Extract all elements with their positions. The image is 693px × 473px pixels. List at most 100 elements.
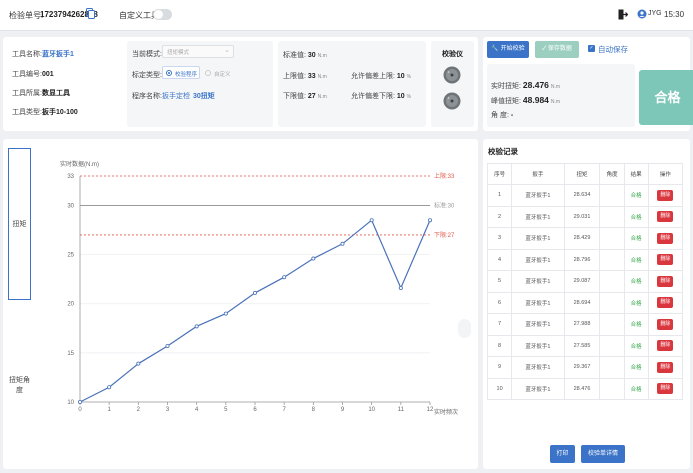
col-op: 操作	[647, 163, 684, 185]
result-badge: 合格	[639, 70, 693, 125]
delete-button[interactable]: 删除	[657, 211, 674, 223]
table-row: 6 蓝牙扳手1 28.694 合格 删除	[486, 291, 684, 314]
row-angle	[599, 227, 625, 250]
x-tick-label: 8	[312, 407, 316, 413]
wrench-icon: 🔧	[491, 46, 499, 52]
data-point	[282, 275, 287, 280]
mode-select[interactable]: 扭矩模式	[162, 45, 234, 58]
data-point	[194, 324, 199, 329]
row-wrench: 蓝牙扳手1	[511, 334, 565, 357]
row-wrench: 蓝牙扳手1	[511, 291, 565, 314]
row-torque: 29.031	[563, 205, 601, 228]
row-op: 删除	[647, 334, 684, 357]
auto-save-label: 自动保存	[598, 45, 628, 54]
instrument-title: 校验仪	[442, 51, 463, 58]
delete-button[interactable]: 删除	[657, 318, 674, 330]
row-wrench: 蓝牙扳手1	[511, 356, 565, 379]
row-result: 合格	[623, 291, 649, 314]
data-point	[165, 343, 170, 348]
save-icon: ✓	[542, 46, 547, 52]
torque-chart: 1015202530330 1 2 3 4 5 6 7 8 9 10 11 12实时数据(N.m)实时频…	[60, 160, 458, 416]
delete-button[interactable]: 删除	[657, 189, 674, 201]
row-torque: 28.694	[563, 291, 601, 314]
table-row: 1 蓝牙扳手1 28.634 合格 删除	[486, 184, 684, 207]
save-button[interactable]: ✓ 保存数据	[535, 41, 579, 58]
table-row: 2 蓝牙扳手1 29.031 合格 删除	[486, 205, 684, 228]
row-angle	[599, 377, 625, 400]
clock: 15:30	[664, 10, 685, 19]
row-result: 合格	[623, 205, 649, 228]
row-torque: 27.585	[563, 334, 601, 357]
lower-row: 下限值: 27 N.m	[283, 93, 327, 100]
row-op: 删除	[647, 248, 684, 271]
row-no: 3	[486, 227, 513, 250]
delete-button[interactable]: 删除	[657, 383, 674, 395]
row-torque: 28.429	[563, 227, 601, 250]
auto-save-checkbox[interactable]: ✓	[588, 45, 595, 52]
print-button[interactable]: 打印	[550, 445, 575, 463]
x-tick-label: 1	[107, 407, 111, 413]
control-card: 🔧 开始校验 ✓ 保存数据 ✓ 自动保存 实时扭矩: 28.476 N.m 峰值…	[483, 37, 693, 131]
delete-button[interactable]: 删除	[657, 361, 674, 373]
y-axis-label: 实时数据(N.m)	[60, 160, 99, 168]
y-tick-label: 10	[67, 400, 74, 406]
delete-button[interactable]: 删除	[657, 297, 674, 309]
top-bar: 检验单号: 1723794262838 自定义工具 JYG 15:30	[0, 0, 693, 31]
program-value-2: 30扭矩	[193, 93, 215, 100]
row-result: 合格	[623, 184, 649, 207]
col-result: 结果	[623, 163, 649, 185]
data-point	[369, 218, 374, 223]
info-card: 工具名称:蓝牙扳手1 工具编号:001 工具所属:数显工具 工具类型:扳手10-…	[3, 37, 478, 131]
instrument-panel: 校验仪	[431, 41, 474, 127]
records-table: 序号 扳手 扭矩 角度 结果 操作 1 蓝牙扳手1 28.634 合格 删除 2 蓝牙扳手1…	[486, 163, 684, 400]
row-op: 删除	[647, 205, 684, 228]
row-result: 合格	[623, 313, 649, 336]
delete-button[interactable]: 删除	[657, 275, 674, 287]
row-torque: 27.988	[563, 313, 601, 336]
data-point	[340, 241, 345, 246]
y-tick-label: 33	[67, 174, 74, 180]
copy-icon[interactable]	[86, 8, 95, 21]
calib-option-program[interactable]: 校验程序	[162, 66, 200, 79]
realtime-row: 实时扭矩: 28.476 N.m	[491, 80, 561, 90]
tab-torque[interactable]: 扭矩	[8, 148, 31, 300]
detail-button[interactable]: 校验单详情	[581, 445, 625, 463]
delete-button[interactable]: 删除	[657, 340, 674, 352]
delete-button[interactable]: 删除	[657, 232, 674, 244]
standard-panel: 标准值: 30 N.m 上限值: 33 N.m 允许偏差上限: 10 % 下限值…	[278, 41, 426, 127]
reference-label: 标准:30	[434, 201, 455, 209]
x-tick-label: 9	[341, 407, 345, 413]
row-no: 1	[486, 184, 513, 207]
start-button[interactable]: 🔧 开始校验	[487, 41, 529, 58]
serial-label: 检验单号:	[9, 11, 44, 20]
table-row: 7 蓝牙扳手1 27.988 合格 删除	[486, 313, 684, 336]
row-no: 5	[486, 270, 513, 293]
data-point	[77, 399, 82, 404]
tool-owner-row: 工具所属:数显工具	[12, 90, 70, 97]
row-op: 删除	[647, 313, 684, 336]
row-no: 7	[486, 313, 513, 336]
dev-lower-row: 允许偏差下限: 10 %	[351, 93, 412, 100]
row-angle	[599, 248, 625, 271]
instrument-device-icon	[443, 92, 461, 112]
dev-upper-row: 允许偏差上限: 10 %	[351, 73, 412, 80]
row-op: 删除	[647, 356, 684, 379]
row-no: 8	[486, 334, 513, 357]
scroll-indicator[interactable]	[458, 319, 471, 338]
x-tick-label: 2	[137, 407, 141, 413]
tab-torque-angle[interactable]: 扭矩角度	[8, 307, 31, 459]
custom-tool-toggle[interactable]	[153, 9, 172, 20]
reference-label: 上限:33	[434, 172, 455, 180]
col-angle: 角度	[599, 163, 625, 185]
row-wrench: 蓝牙扳手1	[511, 184, 565, 207]
logout-icon[interactable]	[618, 9, 629, 22]
delete-button[interactable]: 删除	[657, 254, 674, 266]
y-tick-label: 30	[67, 203, 74, 209]
standard-row: 标准值: 30 N.m	[283, 52, 327, 59]
row-angle	[599, 356, 625, 379]
tool-code-row: 工具编号:001	[12, 71, 54, 78]
user-avatar-icon[interactable]	[637, 9, 647, 21]
program-label: 程序名称:	[132, 93, 162, 100]
data-point	[427, 218, 432, 223]
calib-option-custom[interactable]: 自定义	[205, 68, 239, 78]
